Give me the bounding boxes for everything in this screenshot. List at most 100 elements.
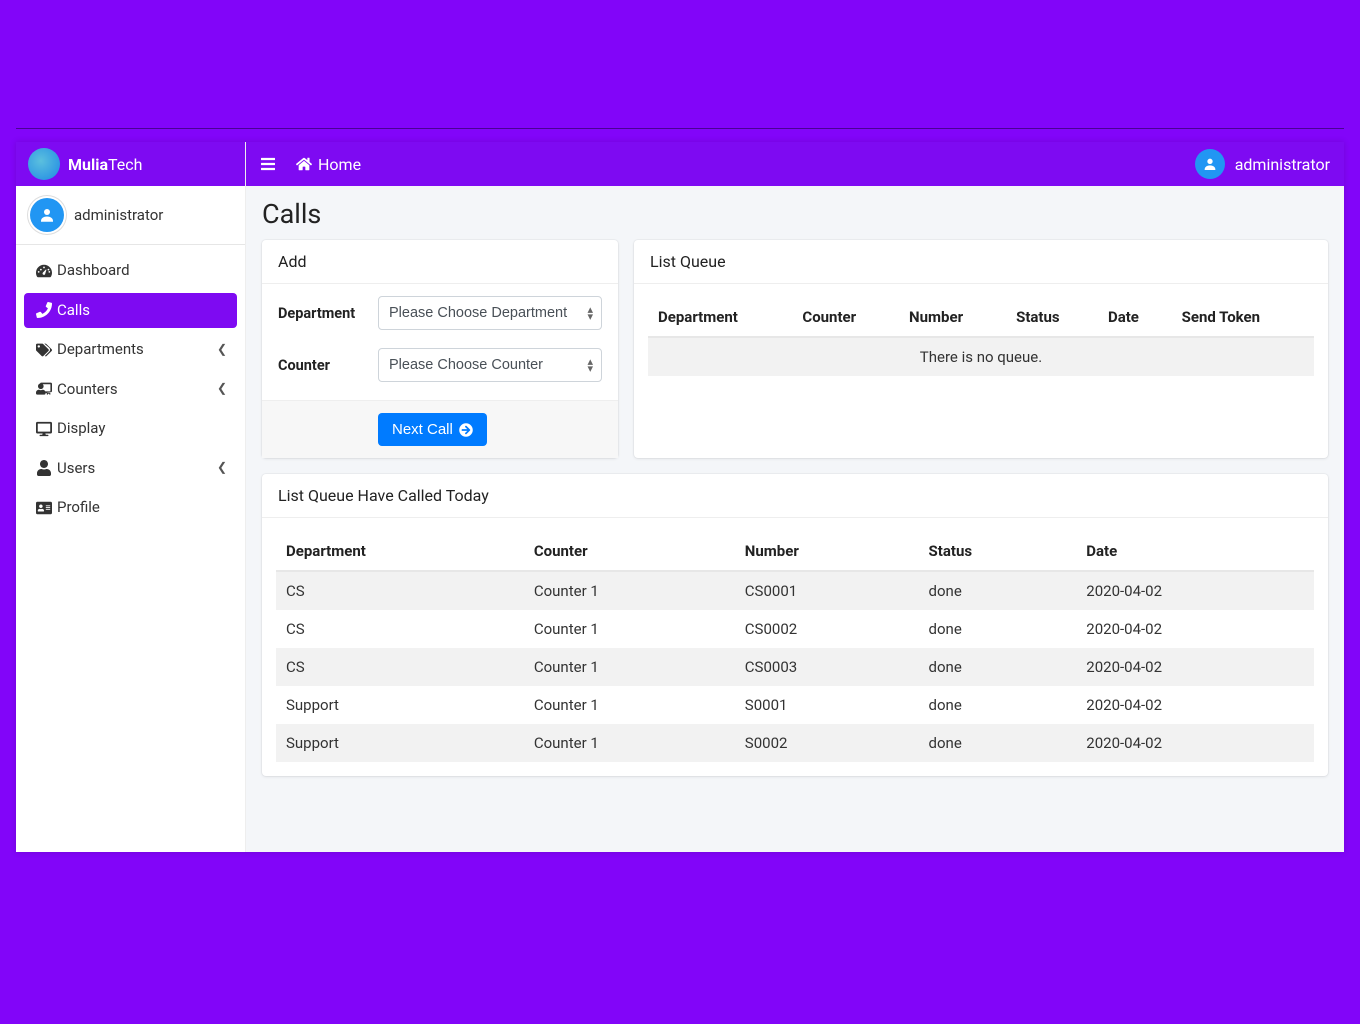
cell-counter: Counter 1 xyxy=(524,686,735,724)
cell-department: CS xyxy=(276,610,524,648)
cell-counter: Counter 1 xyxy=(524,610,735,648)
phone-icon xyxy=(34,302,54,318)
sidebar-user-name: administrator xyxy=(74,206,163,224)
sidebar-user-panel[interactable]: administrator xyxy=(16,186,245,245)
cell-status: done xyxy=(919,686,1077,724)
table-row: SupportCounter 1S0001done2020-04-02 xyxy=(276,686,1314,724)
page-title: Calls xyxy=(262,198,1328,230)
cell-number: S0001 xyxy=(735,686,919,724)
col-date: Date xyxy=(1076,532,1314,571)
nav-label: Calls xyxy=(57,301,90,321)
nav-item-users: Users ❮ xyxy=(16,449,245,489)
next-call-button[interactable]: Next Call xyxy=(378,413,487,446)
col-department: Department xyxy=(276,532,524,571)
cell-status: done xyxy=(919,610,1077,648)
queue-card-title: List Queue xyxy=(634,240,1328,284)
cell-department: CS xyxy=(276,648,524,686)
cell-department: Support xyxy=(276,724,524,762)
cell-counter: Counter 1 xyxy=(524,648,735,686)
home-label: Home xyxy=(318,155,361,174)
called-card: List Queue Have Called Today Department … xyxy=(262,474,1328,776)
table-row: SupportCounter 1S0002done2020-04-02 xyxy=(276,724,1314,762)
user-icon xyxy=(34,460,54,476)
nav-label: Users xyxy=(57,459,95,479)
content: Calls Add Department Please Choose Depar… xyxy=(246,186,1344,796)
nav-label: Departments xyxy=(57,340,144,360)
col-send-token: Send Token xyxy=(1172,298,1314,337)
col-number: Number xyxy=(899,298,1006,337)
col-status: Status xyxy=(1006,298,1098,337)
queue-card: List Queue Department Counter Number Sta… xyxy=(634,240,1328,458)
add-card-footer: Next Call xyxy=(262,400,618,458)
col-date: Date xyxy=(1098,298,1172,337)
queue-empty-text: There is no queue. xyxy=(648,337,1314,376)
nav-item-counters: Counters ❮ xyxy=(16,370,245,410)
gauge-icon xyxy=(34,263,54,279)
topbar-user-name: administrator xyxy=(1235,155,1330,174)
queue-table: Department Counter Number Status Date Se… xyxy=(648,298,1314,376)
nav-item-dashboard: Dashboard xyxy=(16,251,245,291)
next-call-label: Next Call xyxy=(392,421,453,438)
nav-item-calls: Calls xyxy=(16,291,245,331)
desk-icon xyxy=(34,381,54,397)
cell-number: CS0001 xyxy=(735,571,919,610)
sidebar-nav: Dashboard Calls Departments ❮ Counters ❮… xyxy=(16,245,245,534)
app-window: MuliaTech administrator Dashboard Calls … xyxy=(16,142,1344,852)
brand[interactable]: MuliaTech xyxy=(16,142,245,186)
chevron-left-icon: ❮ xyxy=(217,381,227,397)
chevron-left-icon: ❮ xyxy=(217,342,227,358)
nav-item-display: Display xyxy=(16,409,245,449)
department-label: Department xyxy=(278,305,378,322)
cell-date: 2020-04-02 xyxy=(1076,648,1314,686)
cell-status: done xyxy=(919,571,1077,610)
chevron-left-icon: ❮ xyxy=(217,460,227,476)
col-department: Department xyxy=(648,298,792,337)
tags-icon xyxy=(34,342,54,358)
col-number: Number xyxy=(735,532,919,571)
col-status: Status xyxy=(919,532,1077,571)
brand-text: MuliaTech xyxy=(68,155,142,174)
topbar: Home administrator xyxy=(246,142,1344,186)
add-card-title: Add xyxy=(262,240,618,284)
cell-date: 2020-04-02 xyxy=(1076,610,1314,648)
main-area: Home administrator Calls Add Department xyxy=(246,142,1344,852)
cell-status: done xyxy=(919,724,1077,762)
cell-date: 2020-04-02 xyxy=(1076,724,1314,762)
hamburger-icon[interactable] xyxy=(260,155,276,174)
arrow-circle-right-icon xyxy=(459,423,473,437)
col-counter: Counter xyxy=(524,532,735,571)
nav-label: Counters xyxy=(57,380,118,400)
called-card-title: List Queue Have Called Today xyxy=(262,474,1328,518)
counter-row: Counter Please Choose Counter ▴▾ xyxy=(278,348,602,382)
home-icon xyxy=(296,155,312,174)
cell-number: CS0002 xyxy=(735,610,919,648)
cell-department: CS xyxy=(276,571,524,610)
col-counter: Counter xyxy=(792,298,899,337)
avatar-icon xyxy=(30,198,64,232)
cell-counter: Counter 1 xyxy=(524,571,735,610)
avatar-icon xyxy=(1195,149,1225,179)
cell-date: 2020-04-02 xyxy=(1076,571,1314,610)
queue-empty-row: There is no queue. xyxy=(648,337,1314,376)
monitor-icon xyxy=(34,421,54,437)
called-table: Department Counter Number Status Date CS… xyxy=(276,532,1314,762)
cell-date: 2020-04-02 xyxy=(1076,686,1314,724)
department-select[interactable]: Please Choose Department xyxy=(378,296,602,330)
nav-item-departments: Departments ❮ xyxy=(16,330,245,370)
table-row: CSCounter 1CS0002done2020-04-02 xyxy=(276,610,1314,648)
table-row: CSCounter 1CS0003done2020-04-02 xyxy=(276,648,1314,686)
home-link[interactable]: Home xyxy=(296,155,361,174)
cell-number: CS0003 xyxy=(735,648,919,686)
add-card: Add Department Please Choose Department … xyxy=(262,240,618,458)
nav-label: Profile xyxy=(57,498,100,518)
cell-department: Support xyxy=(276,686,524,724)
cell-number: S0002 xyxy=(735,724,919,762)
cell-status: done xyxy=(919,648,1077,686)
frame-divider xyxy=(16,128,1344,129)
department-row: Department Please Choose Department ▴▾ xyxy=(278,296,602,330)
counter-select[interactable]: Please Choose Counter xyxy=(378,348,602,382)
topbar-user[interactable]: administrator xyxy=(1195,149,1330,179)
sidebar: MuliaTech administrator Dashboard Calls … xyxy=(16,142,246,852)
counter-label: Counter xyxy=(278,357,378,374)
nav-label: Display xyxy=(57,419,105,439)
